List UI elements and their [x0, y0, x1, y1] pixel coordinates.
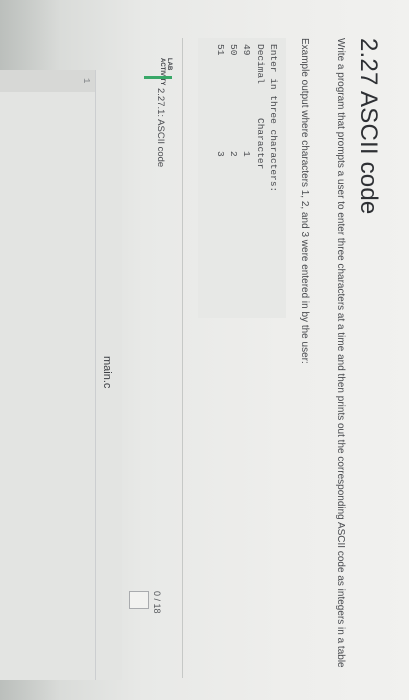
score-text: 0 / 18 — [152, 591, 162, 614]
line-number: 1 — [81, 78, 91, 84]
example-prompt: Enter in three characters: — [268, 44, 279, 193]
lab-label-line: LAB — [166, 58, 172, 71]
example-label: Example output where characters 1, 2, an… — [299, 38, 310, 364]
page-title: 2.27 ASCII code — [355, 38, 382, 215]
example-output-block: Enter in three characters: Decimal Chara… — [198, 38, 286, 318]
problem-description: Write a program that prompts a user to e… — [335, 38, 346, 668]
lab-activity-label: LAB ACTIVITY — [158, 58, 172, 85]
score-checkbox[interactable] — [129, 591, 149, 609]
column-header-decimal: Decimal — [255, 44, 266, 84]
lab-label-line: ACTIVITY — [159, 58, 165, 86]
lab-title: 2.27.1: ASCII code — [155, 88, 166, 168]
row-character: 3 — [215, 151, 226, 157]
column-header-character: Character — [255, 118, 266, 170]
editor-file-name: main.c — [101, 356, 113, 389]
row-character: 1 — [241, 151, 252, 157]
row-decimal: 50 — [228, 44, 239, 56]
section-divider — [182, 38, 183, 678]
editor-header-divider — [95, 70, 96, 680]
zybook-page: 2.27 ASCII code Write a program that pro… — [0, 0, 409, 700]
row-decimal: 49 — [241, 44, 252, 56]
lab-accent-bar — [144, 76, 172, 79]
row-decimal: 51 — [215, 44, 226, 56]
row-character: 2 — [228, 151, 239, 157]
